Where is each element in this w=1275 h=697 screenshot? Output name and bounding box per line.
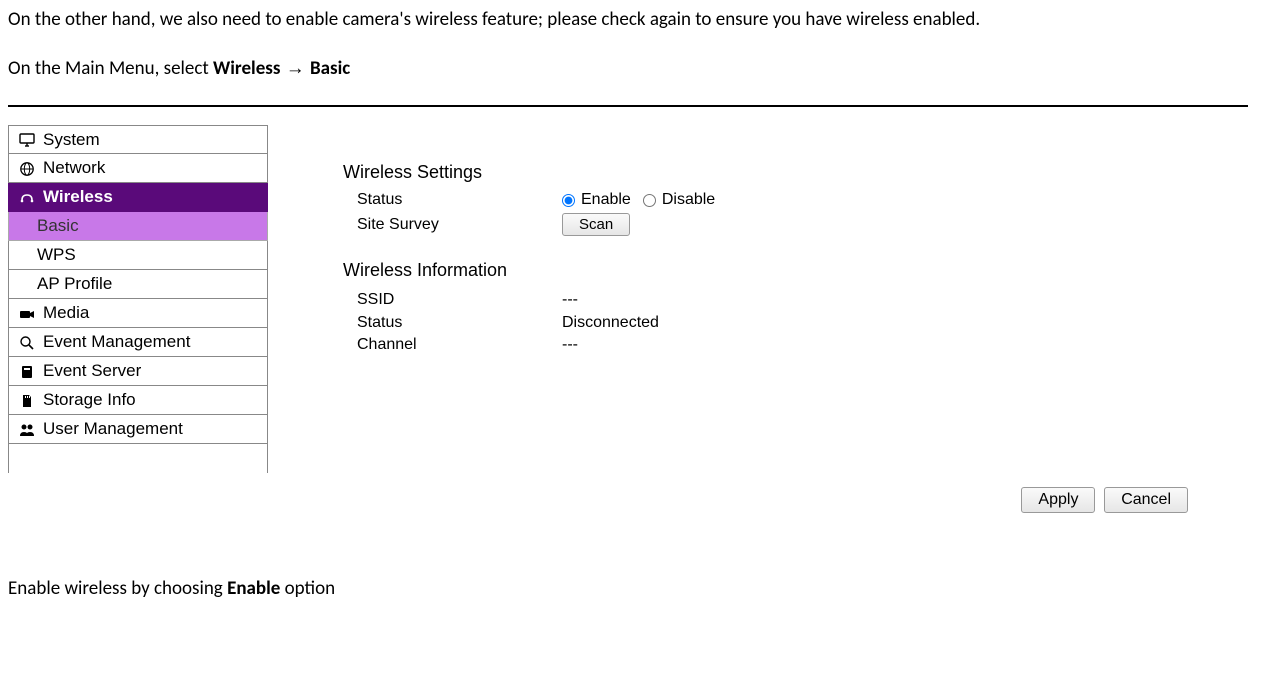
sidebar-item-label: Event Management — [43, 332, 190, 352]
sidebar-item-basic[interactable]: Basic — [8, 212, 268, 241]
screenshot: System Network Wireless Basic WPS AP Pro… — [8, 105, 1248, 547]
doc-para-1: On the other hand, we also need to enabl… — [8, 8, 1267, 33]
para2-bold1: Wireless — [213, 57, 280, 80]
status-label: Status — [343, 191, 562, 209]
status-row: Status Enable Disable — [343, 191, 715, 209]
sidebar-item-system[interactable]: System — [8, 125, 268, 154]
sidebar: System Network Wireless Basic WPS AP Pro… — [8, 125, 268, 473]
sidebar-item-label: Event Server — [43, 361, 141, 381]
sidebar-item-storage-info[interactable]: Storage Info — [8, 386, 268, 415]
ssid-value: --- — [562, 289, 578, 311]
doc-para-2: On the Main Menu, select Wireless → Basi… — [8, 57, 1267, 82]
server-icon — [19, 361, 43, 381]
camera-icon — [19, 303, 43, 323]
para2-arrow-icon: → — [280, 58, 310, 79]
apply-button[interactable]: Apply — [1021, 487, 1095, 513]
sidebar-item-media[interactable]: Media — [8, 299, 268, 328]
ssid-label: SSID — [343, 289, 562, 311]
cancel-button[interactable]: Cancel — [1104, 487, 1188, 513]
sidebar-item-label: Media — [43, 303, 89, 323]
sidebar-item-label: Basic — [37, 216, 79, 236]
wireless-info-title: Wireless Information — [343, 260, 715, 281]
disable-radio[interactable] — [643, 194, 656, 207]
users-icon — [19, 419, 43, 439]
sidebar-item-label: Network — [43, 158, 105, 178]
wireless-settings-title: Wireless Settings — [343, 162, 715, 183]
magnifier-icon — [19, 332, 43, 352]
sidebar-item-event-management[interactable]: Event Management — [8, 328, 268, 357]
sidebar-item-label: WPS — [37, 245, 76, 265]
para3-suffix: option — [280, 577, 335, 600]
sidebar-item-label: Wireless — [43, 187, 113, 207]
sidebar-item-wireless[interactable]: Wireless — [8, 183, 268, 212]
sidebar-item-label: User Management — [43, 419, 183, 439]
content-area: Wireless Settings Status Enable Disable … — [343, 162, 715, 356]
ssid-row: SSID --- — [343, 289, 715, 311]
doc-para-3: Enable wireless by choosing Enable optio… — [8, 577, 1267, 602]
sidebar-item-label: System — [43, 130, 100, 150]
para3-prefix: Enable wireless by choosing — [8, 577, 227, 600]
channel-row: Channel --- — [343, 334, 715, 356]
wireless-icon — [19, 187, 43, 207]
sidebar-item-label: Storage Info — [43, 390, 136, 410]
globe-icon — [19, 158, 43, 178]
para3-bold: Enable — [227, 577, 280, 600]
channel-value: --- — [562, 334, 578, 356]
sidebar-item-ap-profile[interactable]: AP Profile — [8, 270, 268, 299]
sidebar-item-empty — [8, 444, 268, 473]
para2-bold2: Basic — [310, 57, 350, 80]
sd-card-icon — [19, 390, 43, 410]
action-buttons: Apply Cancel — [1017, 487, 1188, 513]
para2-prefix: On the Main Menu, select — [8, 57, 213, 80]
enable-label: Enable — [581, 191, 631, 209]
status2-label: Status — [343, 312, 562, 334]
monitor-icon — [19, 130, 43, 150]
sidebar-item-label: AP Profile — [37, 274, 112, 294]
sidebar-item-wps[interactable]: WPS — [8, 241, 268, 270]
sidebar-item-user-management[interactable]: User Management — [8, 415, 268, 444]
disable-label: Disable — [662, 191, 715, 209]
site-survey-label: Site Survey — [343, 216, 562, 234]
status2-row: Status Disconnected — [343, 312, 715, 334]
sidebar-item-event-server[interactable]: Event Server — [8, 357, 268, 386]
site-survey-row: Site Survey Scan — [343, 213, 715, 236]
enable-radio[interactable] — [562, 194, 575, 207]
status2-value: Disconnected — [562, 312, 659, 334]
channel-label: Channel — [343, 334, 562, 356]
scan-button[interactable]: Scan — [562, 213, 630, 236]
sidebar-item-network[interactable]: Network — [8, 154, 268, 183]
